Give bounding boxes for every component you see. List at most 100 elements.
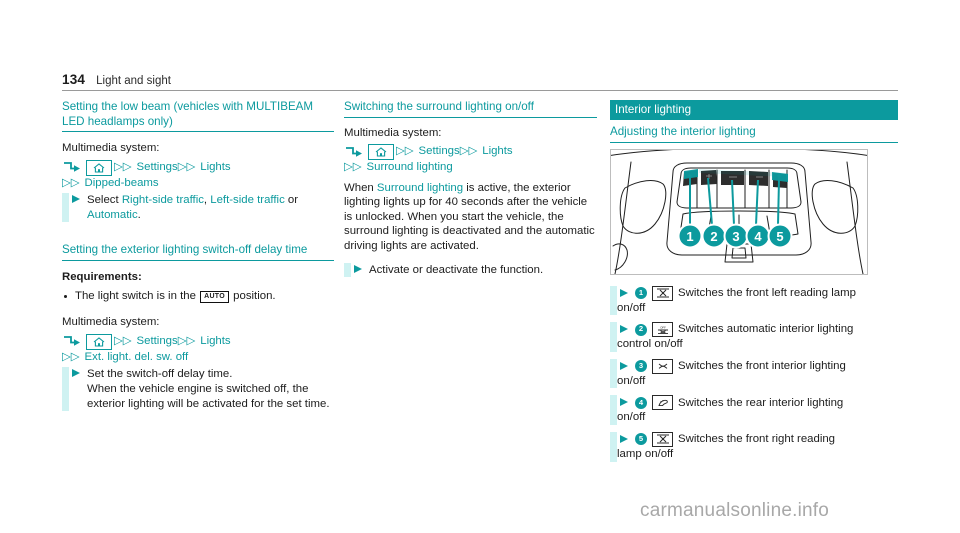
callout-number-badge: 1	[635, 287, 647, 300]
legend-item-1: 1 Switches the front left reading lamp o…	[610, 285, 898, 316]
instruction-text: Activate or deactivate the function.	[369, 263, 544, 276]
menu-path-2: ▷▷ Settings ▷▷ Lights ▷▷ Ext. light. del. s…	[62, 333, 334, 366]
callout-number-badge: 5	[635, 433, 647, 446]
multimedia-system-label-1: Multimedia system:	[62, 142, 160, 155]
reading-lamp-icon	[652, 285, 673, 301]
automatic-interior-lighting-icon: OFF	[652, 322, 673, 338]
double-arrow-icon: ▷▷	[177, 161, 196, 174]
column-right: Interior lighting Adjusting the interior…	[610, 100, 898, 469]
legend-item-2: 2 OFF Switches automatic interior lighti…	[610, 322, 898, 352]
requirement-text-pre: The light switch is in the	[75, 289, 200, 302]
svg-text:2: 2	[710, 229, 717, 244]
menu-item-surround-lighting[interactable]: Surround lighting	[367, 160, 453, 176]
desc-term-surround-lighting: Surround lighting	[376, 181, 464, 194]
heading-surround-lighting: Switching the surround lighting on/off	[344, 100, 597, 118]
double-arrow-icon: ▷▷	[344, 161, 362, 174]
callout-number-badge: 4	[635, 396, 647, 409]
legend-text-line2: control on/off	[617, 338, 683, 351]
overhead-console-illustration: 1 2 3 4 5	[610, 148, 868, 275]
return-arrow-icon	[344, 146, 364, 159]
section-bar-interior-lighting: Interior lighting	[610, 100, 898, 120]
front-interior-lamp-icon	[652, 358, 673, 374]
legend-text-line2: on/off	[617, 411, 646, 424]
menu-item-settings[interactable]: Settings	[137, 160, 178, 176]
auto-badge: AUTO	[200, 290, 229, 303]
triangle-bullet-icon	[620, 434, 628, 443]
triangle-bullet-icon	[72, 369, 80, 378]
home-icon	[86, 159, 112, 176]
heading-switch-off-delay: Setting the exterior lighting switch-off…	[62, 243, 334, 262]
triangle-bullet-icon	[620, 361, 628, 370]
watermark: carmanualsonline.info	[640, 500, 830, 521]
instruction-suffix: .	[137, 208, 141, 221]
svg-text:5: 5	[776, 229, 783, 244]
triangle-bullet-icon	[620, 398, 628, 407]
callout-number-badge: 3	[635, 360, 647, 373]
triangle-bullet-icon	[620, 325, 628, 334]
column-left: Setting the low beam (vehicles with MULT…	[62, 100, 334, 415]
menu-path-1: ▷▷ Settings ▷▷ Lights ▷▷ Dipped-beams	[62, 159, 334, 192]
column-middle: Switching the surround lighting on/off M…	[344, 100, 597, 281]
heading-setting-low-beam: Setting the low beam (vehicles with MULT…	[62, 100, 334, 133]
menu-item-dipped-beams[interactable]: Dipped-beams	[85, 176, 159, 192]
menu-item-settings[interactable]: Settings	[137, 334, 178, 350]
legend-text-line1: Switches the front interior lighting	[678, 359, 846, 372]
sep2: or	[284, 194, 299, 207]
option-left-side-traffic[interactable]: Left-side traffic	[210, 194, 285, 206]
menu-item-ext-light-delay[interactable]: Ext. light. del. sw. off	[85, 350, 189, 366]
double-arrow-icon: ▷▷	[459, 145, 478, 158]
requirement-item: The light switch is in the AUTO position…	[62, 289, 334, 304]
rear-interior-lamp-icon	[652, 395, 673, 411]
double-arrow-icon: ▷▷	[62, 176, 80, 189]
legend-text-line1: Switches the rear interior lighting	[678, 396, 844, 409]
legend-text-line2: on/off	[617, 374, 646, 387]
option-automatic[interactable]: Automatic	[87, 209, 138, 221]
menu-item-lights[interactable]: Lights	[200, 160, 230, 176]
legend-text-line1: Switches the front right reading	[678, 433, 836, 446]
instruction-set-delay-time: Set the switch-off delay time. When the …	[62, 367, 334, 411]
instruction-select-traffic: Select Right-side traffic, Left-side tra…	[62, 193, 334, 223]
menu-item-lights[interactable]: Lights	[200, 334, 230, 350]
return-arrow-icon	[62, 335, 82, 348]
legend-text-line1: Switches automatic interior lighting	[678, 323, 854, 336]
legend-item-4: 4 Switches the rear interior lighting on…	[610, 395, 898, 425]
instruction-prefix: Select	[87, 194, 122, 207]
double-arrow-icon: ▷▷	[62, 350, 80, 363]
svg-text:4: 4	[754, 229, 762, 244]
menu-item-settings[interactable]: Settings	[419, 144, 460, 160]
legend-item-3: 3 Switches the front interior lighting o…	[610, 358, 898, 389]
requirements-label: Requirements:	[62, 271, 142, 284]
triangle-bullet-icon	[620, 288, 628, 297]
instruction-line-2: When the vehicle engine is switched off,…	[87, 382, 330, 410]
svg-text:1: 1	[686, 229, 693, 244]
legend-text-line1: Switches the front left reading lamp	[678, 286, 856, 299]
callout-number-badge: 2	[635, 323, 647, 336]
legend-item-5: 5 Switches the front right reading lamp …	[610, 431, 898, 462]
double-arrow-icon: ▷▷	[114, 335, 132, 348]
console-legend-list: 1 Switches the front left reading lamp o…	[610, 285, 898, 462]
legend-text-line2: lamp on/off	[617, 447, 674, 460]
triangle-bullet-icon	[72, 195, 80, 204]
option-right-side-traffic[interactable]: Right-side traffic	[122, 194, 204, 206]
svg-text:OFF: OFF	[660, 325, 666, 329]
desc-pre: When	[344, 181, 377, 194]
multimedia-system-label-3: Multimedia system:	[344, 126, 442, 139]
menu-path-3: ▷▷ Settings ▷▷ Lights ▷▷ Surround lighting	[344, 144, 597, 176]
surround-lighting-description: When Surround lighting is active, the ex…	[344, 181, 597, 254]
multimedia-system-label-2: Multimedia system:	[62, 316, 160, 329]
instruction-line-1: Set the switch-off delay time.	[87, 368, 233, 381]
menu-item-lights[interactable]: Lights	[482, 144, 512, 160]
home-icon	[368, 144, 394, 161]
double-arrow-icon: ▷▷	[177, 335, 196, 348]
double-arrow-icon: ▷▷	[114, 161, 132, 174]
reading-lamp-icon	[652, 431, 673, 447]
double-arrow-icon: ▷▷	[396, 145, 414, 158]
page-number: 134	[62, 72, 86, 87]
running-head: 134 Light and sight	[62, 72, 898, 91]
manual-page: 134 Light and sight Setting the low beam…	[0, 0, 960, 533]
heading-adjusting-interior-lighting: Adjusting the interior lighting	[610, 125, 898, 143]
chapter-title: Light and sight	[96, 75, 171, 87]
home-icon	[86, 333, 112, 350]
header-rule	[62, 90, 898, 91]
legend-text-line2: on/off	[617, 301, 646, 314]
